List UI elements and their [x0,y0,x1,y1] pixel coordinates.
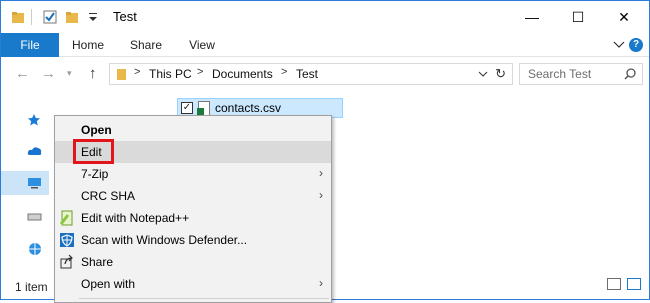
details-view-icon[interactable] [607,278,621,290]
customize-toolbar-icon[interactable] [87,10,99,24]
help-icon[interactable]: ? [629,38,643,52]
status-item-count: 1 item [15,280,48,294]
menu-item-label: Edit with Notepad++ [81,211,190,225]
menu-item-open[interactable]: Open [55,119,331,141]
menu-item-label: 7-Zip [81,167,109,181]
refresh-icon[interactable]: ↻ [495,66,506,82]
menu-item-label: Open with [81,277,136,291]
breadcrumb-this-pc[interactable]: This PC [149,67,192,81]
breadcrumb-separator[interactable]: > [281,66,287,78]
menu-item-open-with[interactable]: Open with › [55,273,331,295]
recent-locations-icon[interactable]: ▾ [67,68,72,79]
menu-item-edit-notepad-plus-plus[interactable]: Edit with Notepad++ [55,207,331,229]
title-bar: Test — ☐ ✕ [1,1,649,33]
forward-arrow-icon[interactable]: → [41,65,56,82]
menu-item-scan-defender[interactable]: Scan with Windows Defender... [55,229,331,251]
this-pc-icon[interactable] [27,177,43,189]
close-icon: ✕ [618,8,630,25]
onedrive-cloud-icon[interactable] [27,145,43,157]
breadcrumb-test[interactable]: Test [296,67,318,81]
breadcrumb-separator[interactable]: > [134,66,140,78]
submenu-arrow-icon: › [319,276,323,290]
highlight-annotation-box [73,139,114,164]
search-icon[interactable] [624,68,636,80]
windows-defender-icon [60,233,74,247]
folder-icon [12,12,24,23]
menu-item-share[interactable]: Share [55,251,331,273]
menu-item-7zip[interactable]: 7-Zip › [55,163,331,185]
close-button[interactable]: ✕ [601,1,647,33]
notepad-plus-plus-icon [59,210,73,226]
tab-share[interactable]: Share [121,33,171,57]
up-arrow-icon[interactable]: ↑ [89,65,97,82]
menu-divider [79,298,329,299]
minimize-button[interactable]: — [509,1,555,33]
menu-item-label: Share [81,255,114,269]
csv-file-icon [197,101,210,116]
breadcrumb-separator[interactable]: > [197,66,203,78]
network-icon[interactable] [27,241,43,257]
new-folder-icon[interactable] [65,10,79,24]
drive-icon[interactable] [27,212,43,222]
search-placeholder: Search Test [528,67,592,81]
submenu-arrow-icon: › [319,166,323,180]
properties-icon[interactable] [43,10,57,24]
breadcrumb-documents[interactable]: Documents [212,67,273,81]
address-bar[interactable]: > This PC > Documents > Test ↻ [109,63,513,85]
large-icons-view-icon[interactable] [627,278,641,290]
file-name: contacts.csv [215,101,282,115]
ribbon-tabs: File Home Share View ? [1,33,649,57]
expand-ribbon-icon[interactable] [613,41,625,49]
menu-item-crc-sha[interactable]: CRC SHA › [55,185,331,207]
submenu-arrow-icon: › [319,188,323,202]
share-icon [60,254,73,269]
tab-view[interactable]: View [179,33,225,57]
explorer-window: Test — ☐ ✕ File Home Share View ? ← → ▾ … [0,0,650,303]
menu-item-label: Scan with Windows Defender... [81,233,248,247]
back-arrow-icon[interactable]: ← [15,65,30,82]
tab-home[interactable]: Home [63,33,113,57]
folder-icon [117,69,126,80]
minimize-icon: — [525,9,539,25]
window-title: Test [113,9,137,24]
navigation-bar: ← → ▾ ↑ > This PC > Documents > Test ↻ S… [1,59,649,89]
maximize-icon: ☐ [571,8,585,25]
quick-access-star-icon[interactable] [27,113,41,127]
menu-item-label: Open [81,123,112,137]
search-box[interactable]: Search Test [519,63,643,85]
maximize-button[interactable]: ☐ [555,1,601,33]
tab-file[interactable]: File [1,33,59,57]
menu-item-label: CRC SHA [81,189,136,203]
file-checkbox[interactable]: ✓ [181,102,193,114]
address-dropdown-icon[interactable] [478,71,488,78]
